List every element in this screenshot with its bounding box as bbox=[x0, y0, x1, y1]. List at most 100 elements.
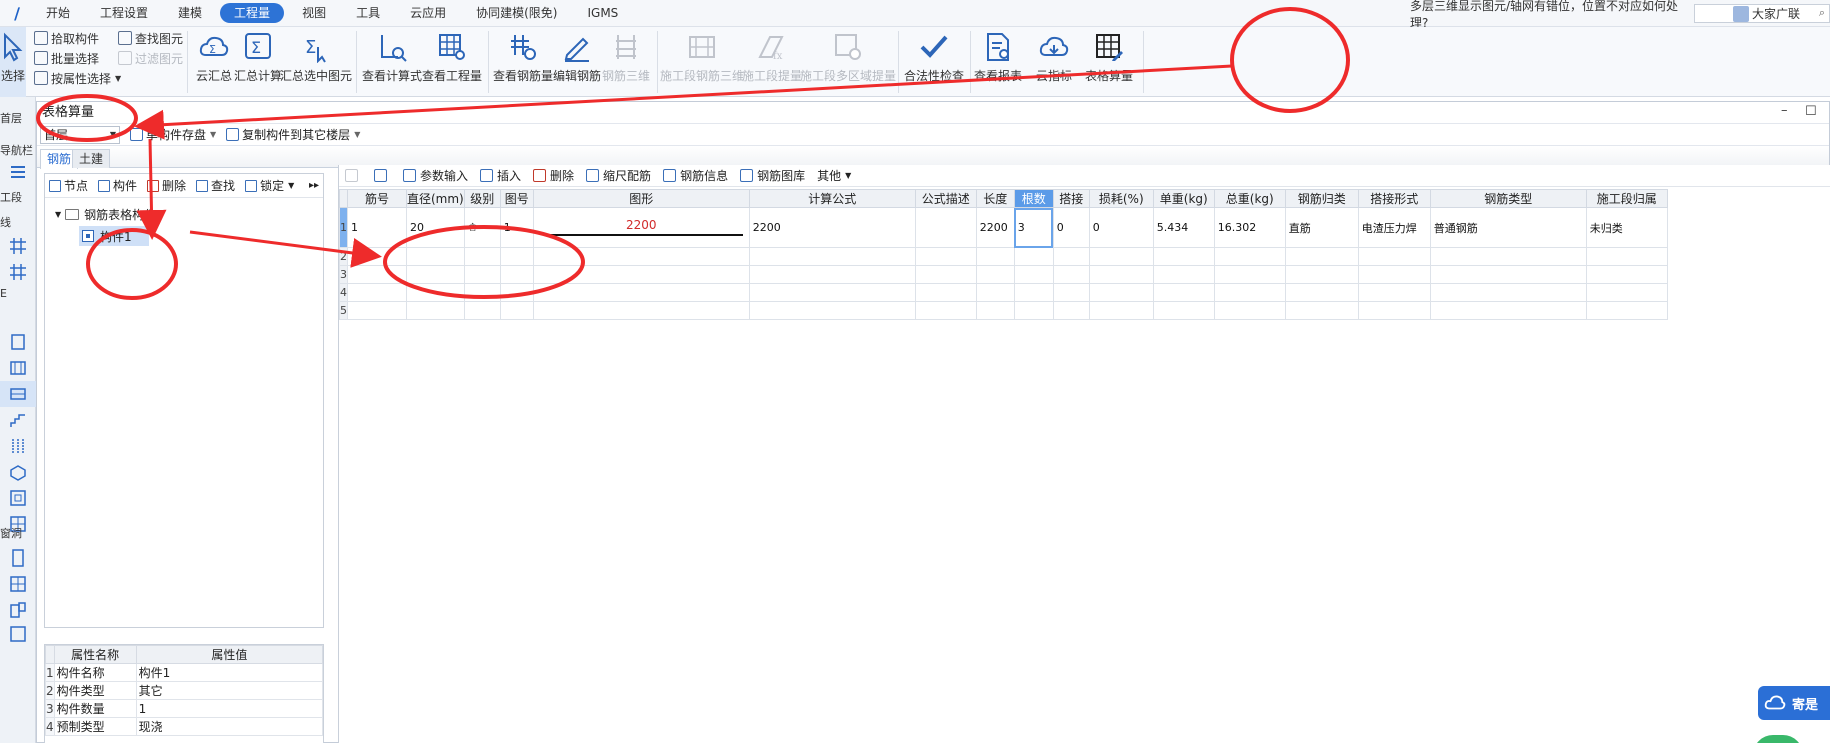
validity-check-button[interactable]: 合法性检查 bbox=[904, 27, 964, 97]
batch-select-button[interactable]: 批量选择 bbox=[34, 48, 99, 68]
table-row[interactable]: 5 bbox=[339, 301, 1668, 320]
wall-icon[interactable] bbox=[0, 355, 36, 381]
door-icon[interactable] bbox=[0, 545, 36, 571]
beam-icon[interactable] bbox=[0, 381, 36, 407]
slab-icon[interactable] bbox=[0, 459, 36, 485]
table-row[interactable]: 1 1 20 ♔ 1 2200 2200 2200 3 0 0 5.434 16… bbox=[339, 207, 1668, 248]
sum-selected-button[interactable]: Σ 汇总选中图元 bbox=[280, 27, 352, 97]
view-report-button[interactable]: 查看报表 bbox=[974, 27, 1022, 97]
table-row[interactable]: 2 bbox=[339, 247, 1668, 266]
wall-opening-icon[interactable] bbox=[0, 621, 36, 647]
section-rebar-3d-button[interactable]: 施工段钢筋三维 bbox=[660, 27, 744, 97]
diameter-cell[interactable]: 20 bbox=[406, 207, 465, 248]
menu-cloud-app[interactable]: 云应用 bbox=[398, 3, 458, 23]
column-icon[interactable] bbox=[0, 329, 36, 355]
stair-icon[interactable] bbox=[0, 407, 36, 433]
rebar-type-cell[interactable]: 普通钢筋 bbox=[1429, 207, 1587, 248]
rebar-library-button[interactable]: 钢筋图库 bbox=[740, 167, 805, 184]
scale-rebar-button[interactable]: 缩尺配筋 bbox=[586, 167, 651, 184]
length-cell[interactable]: 2200 bbox=[975, 207, 1015, 248]
loss-cell[interactable]: 0 bbox=[1088, 207, 1154, 248]
left-e-label[interactable]: E bbox=[0, 287, 36, 300]
sum-calc-button[interactable]: Σ 汇总计算 bbox=[234, 27, 282, 97]
delete-node-button[interactable]: 删除 bbox=[147, 177, 186, 194]
door-window-icon[interactable] bbox=[0, 597, 36, 623]
copy-to-floor-button[interactable]: 复制构件到其它楼层 ▼ bbox=[226, 126, 360, 143]
menu-collab-modeling[interactable]: 协同建模(限免) bbox=[464, 3, 569, 23]
lap-type-cell[interactable]: 电渣压力焊 bbox=[1357, 207, 1431, 248]
select-button[interactable]: 选择 bbox=[0, 27, 26, 97]
lock-button[interactable]: 锁定 ▼ bbox=[245, 177, 294, 194]
view-quantity-button[interactable]: 查看工程量 bbox=[422, 27, 482, 97]
expand-more-icon[interactable]: ▸▸ bbox=[309, 180, 319, 191]
move-down-button[interactable] bbox=[374, 169, 391, 182]
row-number[interactable]: 2 bbox=[339, 247, 348, 266]
shape-cell[interactable]: 2200 bbox=[532, 207, 750, 248]
floating-assistant-widget[interactable]: 寄是 bbox=[1758, 686, 1830, 720]
delete-row-button[interactable]: 删除 bbox=[533, 167, 574, 184]
props-row[interactable]: 2 构件类型 其它 bbox=[45, 681, 324, 700]
props-row[interactable]: 1 构件名称 构件1 bbox=[45, 663, 324, 682]
search-icon[interactable]: ⌕ bbox=[1819, 6, 1825, 20]
add-node-button[interactable]: 节点 bbox=[49, 177, 88, 194]
left-floor-label[interactable]: 首层 bbox=[0, 110, 36, 126]
left-nav-label[interactable]: 导航栏 bbox=[0, 142, 36, 158]
tree-component-node[interactable]: 构件1 bbox=[79, 226, 149, 246]
props-value-cell[interactable]: 1 bbox=[135, 699, 324, 718]
props-value-cell[interactable]: 其它 bbox=[135, 681, 324, 700]
lap-cell[interactable]: 0 bbox=[1052, 207, 1090, 248]
grade-cell[interactable]: ♔ bbox=[463, 207, 501, 248]
pick-component-button[interactable]: 拾取构件 bbox=[34, 28, 99, 48]
tree-root-node[interactable]: ▼ 钢筋表格构件 bbox=[55, 204, 156, 224]
tab-civil[interactable]: 土建 bbox=[72, 149, 111, 168]
window-icon[interactable] bbox=[0, 571, 36, 597]
other-menu-button[interactable]: 其他 ▼ bbox=[817, 167, 851, 184]
left-line-label[interactable]: 线 bbox=[0, 214, 36, 230]
row-number[interactable]: 1 bbox=[339, 207, 348, 248]
menu-tools[interactable]: 工具 bbox=[344, 3, 392, 23]
edit-rebar-button[interactable]: 编辑钢筋 bbox=[553, 27, 601, 97]
view-formula-button[interactable]: 查看计算式 bbox=[362, 27, 422, 97]
insert-button[interactable]: 插入 bbox=[480, 167, 521, 184]
rebar-3d-button[interactable]: 钢筋三维 bbox=[602, 27, 650, 97]
find-node-button[interactable]: 查找 bbox=[196, 177, 235, 194]
count-cell[interactable]: 3 bbox=[1013, 207, 1054, 248]
row-number[interactable]: 4 bbox=[339, 283, 348, 302]
props-row[interactable]: 4 预制类型 现浇 bbox=[45, 717, 324, 736]
section-multi-button[interactable]: 施工段多区域提量 bbox=[800, 27, 896, 97]
formula-cell[interactable]: 2200 bbox=[748, 207, 916, 248]
section-quantity-button[interactable]: fx 施工段提量 bbox=[742, 27, 802, 97]
menu-view[interactable]: 视图 bbox=[290, 3, 338, 23]
shape-length-label[interactable]: 2200 bbox=[534, 218, 748, 232]
view-rebar-button[interactable]: 查看钢筋量 bbox=[493, 27, 553, 97]
move-up-button[interactable] bbox=[345, 169, 362, 182]
collapse-toggle-icon[interactable]: ▼ bbox=[55, 210, 61, 219]
floor-select[interactable]: 首层 ▼ bbox=[40, 125, 120, 144]
props-row[interactable]: 3 构件数量 1 bbox=[45, 699, 324, 718]
add-component-button[interactable]: 构件 bbox=[98, 177, 137, 194]
opening-icon[interactable] bbox=[0, 485, 36, 511]
filter-element-button[interactable]: 过滤图元 bbox=[118, 48, 183, 68]
left-section-label[interactable]: 工段 bbox=[0, 189, 36, 205]
props-value-cell[interactable]: 现浇 bbox=[135, 717, 324, 736]
menu-project-settings[interactable]: 工程设置 bbox=[88, 3, 160, 23]
save-single-button[interactable]: 单构件存盘 ▼ bbox=[130, 126, 216, 143]
rebar-info-button[interactable]: 钢筋信息 bbox=[663, 167, 728, 184]
list-icon[interactable] bbox=[0, 159, 36, 185]
cloud-index-button[interactable]: 云指标 bbox=[1032, 27, 1076, 97]
menu-quantity[interactable]: 工程量 bbox=[220, 3, 285, 23]
minimize-icon[interactable]: – bbox=[1781, 100, 1788, 122]
formula-desc-cell[interactable] bbox=[914, 207, 977, 248]
user-area[interactable]: 大家广联 bbox=[1733, 5, 1800, 22]
category-cell[interactable]: 直筋 bbox=[1284, 207, 1359, 248]
table-row[interactable]: 3 bbox=[339, 265, 1668, 284]
row-number[interactable]: 5 bbox=[339, 301, 348, 320]
section-cell[interactable]: 未归类 bbox=[1585, 207, 1668, 248]
fig-no-cell[interactable]: 1 bbox=[499, 207, 534, 248]
bar-no-cell[interactable]: 1 bbox=[347, 207, 407, 248]
row-number[interactable]: 3 bbox=[339, 265, 348, 284]
maximize-icon[interactable]: ☐ bbox=[1805, 101, 1817, 123]
table-row[interactable]: 4 bbox=[339, 283, 1668, 302]
menu-igms[interactable]: IGMS bbox=[575, 3, 630, 23]
cloud-sum-button[interactable]: Σ 云汇总 bbox=[192, 27, 236, 97]
